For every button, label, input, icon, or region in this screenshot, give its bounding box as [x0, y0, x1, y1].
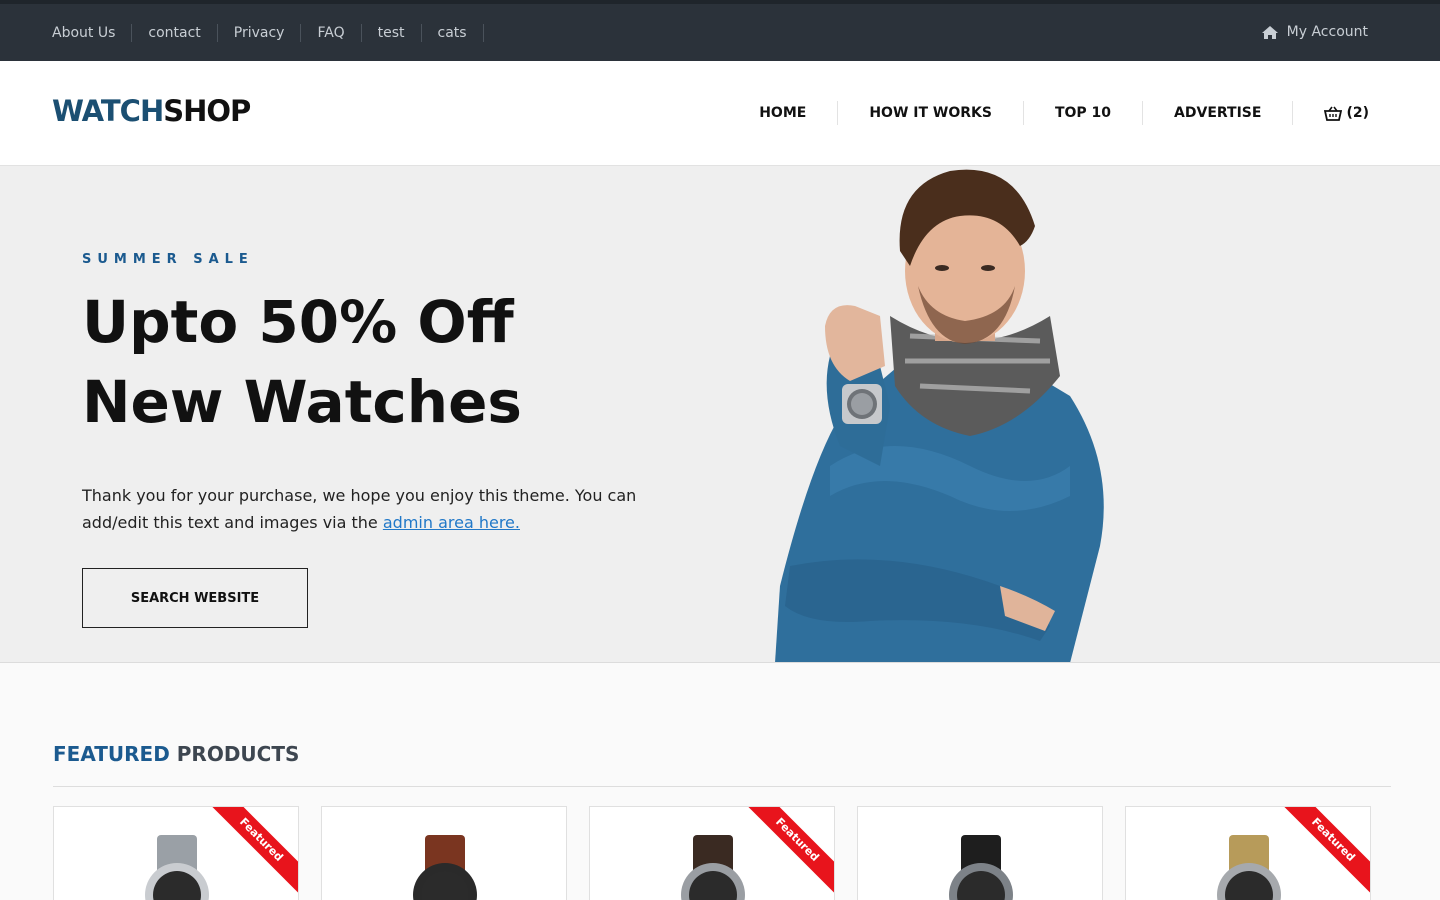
product-watch-image [145, 835, 209, 900]
hero-banner: SUMMER SALE Upto 50% Off New Watches Tha… [0, 166, 1440, 663]
top-link-test[interactable]: test [362, 24, 422, 42]
featured-products-title: FEATURED PRODUCTS [53, 742, 299, 766]
product-watch-image [413, 835, 477, 900]
product-card[interactable] [857, 806, 1103, 900]
nav-home[interactable]: HOME [728, 101, 839, 125]
product-card[interactable] [321, 806, 567, 900]
hero-headline: Upto 50% Off New Watches [82, 282, 522, 442]
featured-title-part-1: FEATURED [53, 742, 170, 766]
model-photo [775, 169, 1104, 662]
admin-area-link[interactable]: admin area here. [383, 513, 520, 532]
product-card[interactable]: Featured [589, 806, 835, 900]
cart-link[interactable]: (2) [1293, 101, 1369, 125]
home-icon [1261, 25, 1278, 39]
product-watch-image [949, 835, 1013, 900]
my-account-link[interactable]: My Account [1261, 24, 1368, 40]
site-header: WATCHSHOP HOME HOW IT WORKS TOP 10 ADVER… [0, 61, 1440, 166]
main-nav: HOME HOW IT WORKS TOP 10 ADVERTISE (2) [728, 101, 1369, 125]
top-link-faq[interactable]: FAQ [301, 24, 362, 42]
top-bar: About Us contact Privacy FAQ test cats M… [0, 0, 1440, 61]
top-link-contact[interactable]: contact [132, 24, 218, 42]
hero-eyebrow: SUMMER SALE [82, 252, 254, 267]
hero-headline-line-1: Upto 50% Off [82, 288, 514, 356]
nav-how-it-works[interactable]: HOW IT WORKS [838, 101, 1024, 125]
top-link-cats[interactable]: cats [422, 24, 484, 42]
my-account-label: My Account [1286, 24, 1368, 40]
basket-icon [1324, 106, 1343, 121]
product-watch-image [681, 835, 745, 900]
logo-part-shop: SHOP [163, 94, 251, 128]
product-card[interactable]: Featured [53, 806, 299, 900]
nav-top-10[interactable]: TOP 10 [1024, 101, 1144, 125]
nav-advertise[interactable]: ADVERTISE [1143, 101, 1294, 125]
hero-blurb-text: Thank you for your purchase, we hope you… [82, 486, 637, 532]
top-links: About Us contact Privacy FAQ test cats [52, 24, 484, 42]
cart-count: (2) [1346, 105, 1369, 121]
site-logo[interactable]: WATCHSHOP [52, 94, 251, 128]
search-website-button[interactable]: SEARCH WEBSITE [82, 568, 308, 628]
product-card[interactable]: Featured [1125, 806, 1371, 900]
hero-blurb: Thank you for your purchase, we hope you… [82, 482, 642, 536]
product-watch-image [1217, 835, 1281, 900]
logo-part-watch: WATCH [52, 94, 164, 128]
top-link-privacy[interactable]: Privacy [218, 24, 302, 42]
hero-headline-line-2: New Watches [82, 368, 522, 436]
top-link-about[interactable]: About Us [52, 24, 133, 42]
featured-title-part-2: PRODUCTS [176, 742, 300, 766]
featured-divider [53, 786, 1391, 787]
